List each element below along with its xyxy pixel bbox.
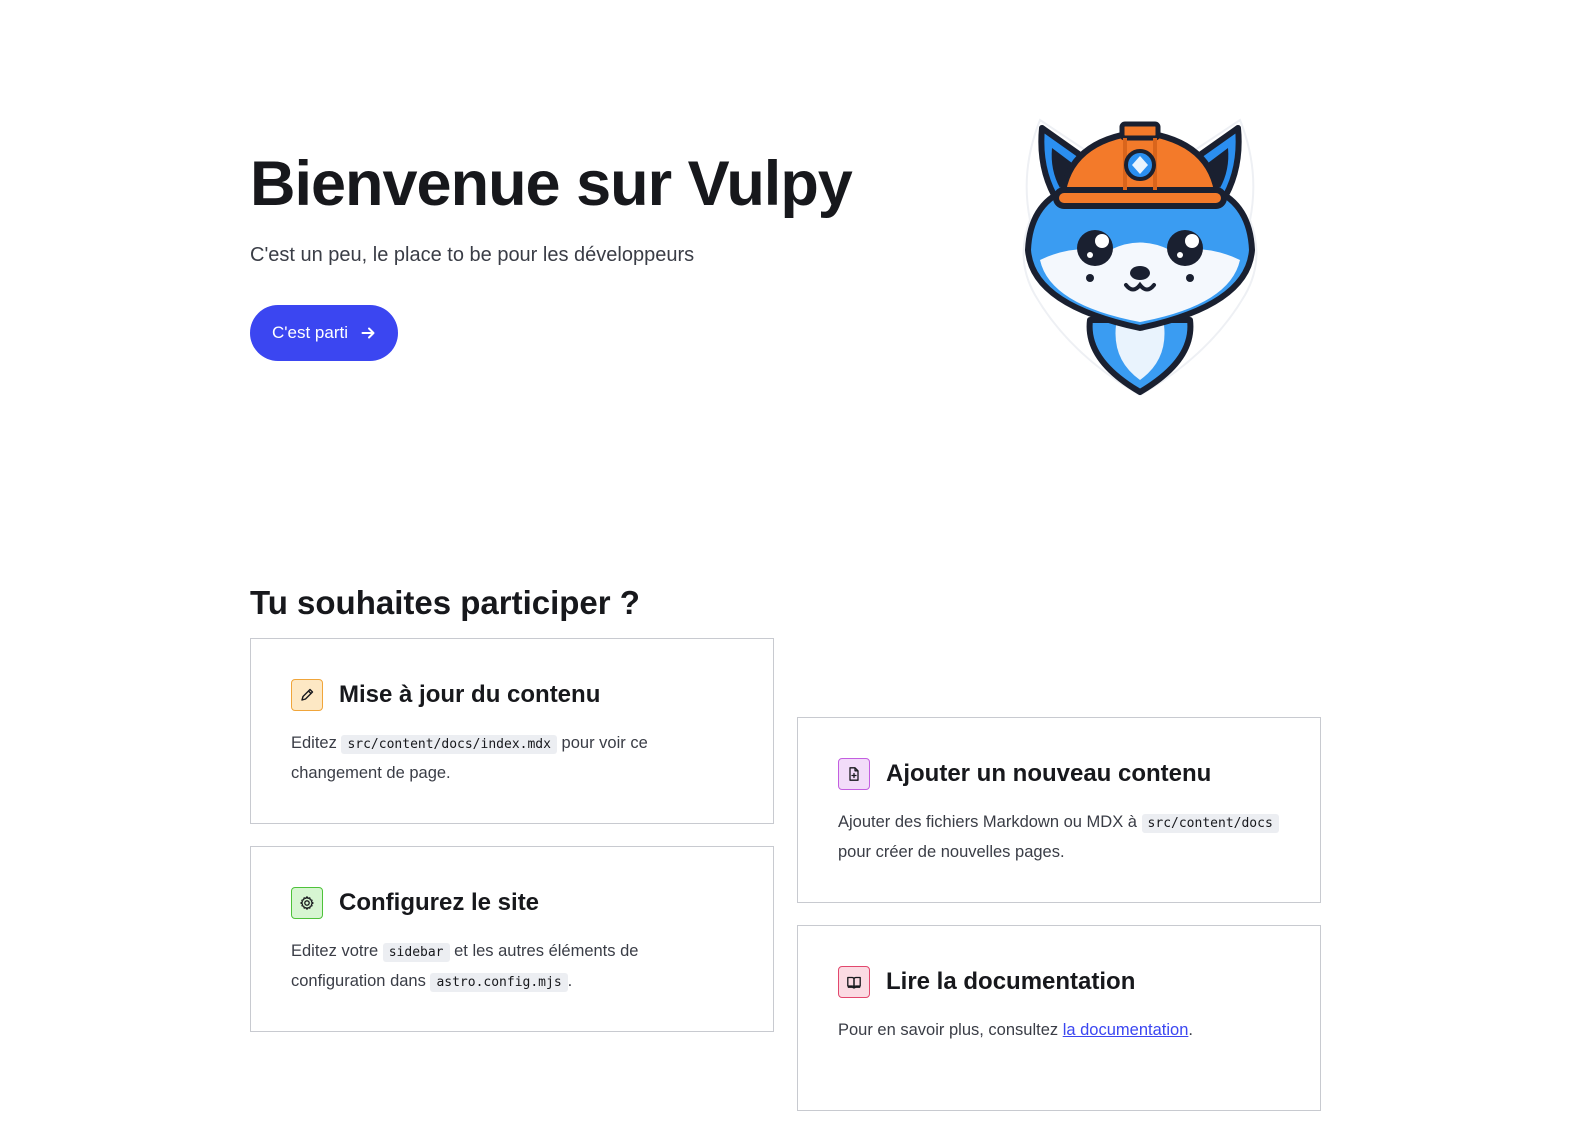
card-text: . [567, 972, 573, 990]
cta-button[interactable]: C'est parti [250, 305, 398, 361]
card-description: Editez src/content/docs/index.mdx pour v… [291, 729, 733, 787]
card-configure-site: Configurez le site Editez votre sidebar … [250, 846, 774, 1032]
gear-icon [291, 887, 323, 919]
card-read-docs: Lire la documentation Pour en savoir plu… [797, 925, 1321, 1111]
card-header: Configurez le site [291, 887, 733, 919]
open-book-icon [838, 966, 870, 998]
page: Bienvenue sur Vulpy C'est un peu, le pla… [0, 0, 1584, 1140]
card-add-content: Ajouter un nouveau contenu Ajouter des f… [797, 717, 1321, 903]
card-header: Lire la documentation [838, 966, 1280, 998]
card-description: Ajouter des fichiers Markdown ou MDX à s… [838, 808, 1280, 866]
card-text: Pour en savoir plus, consultez [838, 1021, 1063, 1039]
code-snippet: src/content/docs [1141, 814, 1279, 833]
card-text: Editez [291, 734, 342, 752]
code-snippet: astro.config.mjs [430, 973, 568, 992]
card-update-content: Mise à jour du contenu Editez src/conten… [250, 638, 774, 824]
card-title: Lire la documentation [886, 968, 1136, 995]
card-title: Ajouter un nouveau contenu [886, 760, 1212, 787]
card-text: Editez votre [291, 942, 383, 960]
card-description: Editez votre sidebar et les autres éléme… [291, 937, 733, 997]
code-snippet: sidebar [382, 943, 450, 962]
documentation-link[interactable]: la documentation [1063, 1021, 1189, 1039]
hero-title: Bienvenue sur Vulpy [250, 149, 853, 219]
card-header: Mise à jour du contenu [291, 679, 733, 711]
card-description: Pour en savoir plus, consultez la docume… [838, 1016, 1280, 1044]
cta-button-label: C'est parti [272, 323, 348, 342]
card-text: . [1188, 1021, 1193, 1039]
arrow-right-icon [361, 327, 375, 339]
card-header: Ajouter un nouveau contenu [838, 758, 1280, 790]
hero-tagline: C'est un peu, le place to be pour les dé… [250, 244, 695, 266]
pencil-icon [291, 679, 323, 711]
card-title: Configurez le site [339, 889, 540, 916]
vulpy-mascot-logo [1022, 118, 1258, 397]
add-document-icon [838, 758, 870, 790]
code-snippet: src/content/docs/index.mdx [341, 735, 557, 754]
card-text: Ajouter des fichiers Markdown ou MDX à [838, 813, 1142, 831]
section-title: Tu souhaites participer ? [250, 584, 640, 621]
card-title: Mise à jour du contenu [339, 681, 601, 708]
card-text: pour créer de nouvelles pages. [838, 843, 1065, 861]
